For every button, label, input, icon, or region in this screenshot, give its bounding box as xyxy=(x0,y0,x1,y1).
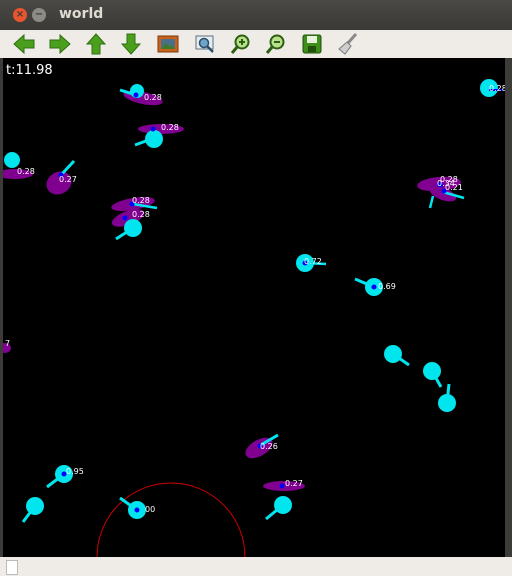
robot-16: 0.27 xyxy=(263,479,305,521)
robot-label-14: 0.95 xyxy=(66,467,84,476)
zoom-fit-button[interactable] xyxy=(193,32,217,56)
robot-label-15: 00 xyxy=(145,505,155,514)
range-arc xyxy=(96,482,246,557)
robot-label-5: 0.28 xyxy=(132,196,150,205)
minimize-icon: − xyxy=(34,9,44,20)
clear-brush-icon xyxy=(338,33,358,55)
right-arrow-icon xyxy=(49,33,71,55)
robot-1: 0.28 xyxy=(119,84,163,106)
robot-3: 0.28 xyxy=(3,152,35,179)
up-arrow-icon xyxy=(85,33,107,55)
minimize-button[interactable]: − xyxy=(32,8,46,22)
robot-17: 7 xyxy=(3,339,11,353)
robot-20: 00 xyxy=(119,496,155,519)
robot-label-4: 0.27 xyxy=(59,175,77,184)
zoom-in-button[interactable] xyxy=(229,32,253,56)
up-button[interactable] xyxy=(84,32,108,56)
back-button[interactable] xyxy=(12,32,36,56)
robot-label-13: 0.27 xyxy=(285,479,303,488)
zoom-in-icon xyxy=(230,34,250,54)
robot-10: 0.72 xyxy=(296,254,327,272)
close-button[interactable]: × xyxy=(13,8,27,22)
robot-label-3: 0.28 xyxy=(17,167,35,176)
status-bar xyxy=(0,557,512,576)
save-icon xyxy=(302,34,322,54)
robot-14 xyxy=(438,383,456,412)
robot-label-9: 0.21 xyxy=(445,183,463,192)
robot-7: 0.28 xyxy=(480,79,505,97)
window-title: world xyxy=(59,6,104,22)
world-canvas[interactable]: t:11.98 0.28 0.28 0.28 0.27 0.28 0.28 0.… xyxy=(3,58,505,557)
robot-18: 0.95 xyxy=(46,465,84,489)
robot-label-12: 0.26 xyxy=(260,442,278,451)
robot-label-17: 7 xyxy=(5,339,10,348)
image-icon xyxy=(157,35,179,53)
down-arrow-icon xyxy=(120,33,142,55)
clear-button[interactable] xyxy=(336,32,360,56)
robot-19 xyxy=(21,497,44,523)
zoom-out-icon xyxy=(265,34,285,54)
robot-11: 0.69 xyxy=(354,277,396,296)
robot-label-1: 0.28 xyxy=(144,93,162,102)
robot-label-10: 0.72 xyxy=(304,257,322,266)
robot-4: 0.27 xyxy=(46,159,77,195)
robot-label-11: 0.69 xyxy=(378,282,396,291)
robot-2: 0.28 xyxy=(134,123,184,148)
close-icon: × xyxy=(15,9,25,20)
title-bar[interactable]: × − world xyxy=(0,0,512,30)
status-grip xyxy=(6,560,18,575)
save-button[interactable] xyxy=(300,32,324,56)
image-button[interactable] xyxy=(156,32,180,56)
left-arrow-icon xyxy=(13,33,35,55)
forward-button[interactable] xyxy=(48,32,72,56)
app-window: × − world t:11.98 0.28 0.28 0.28 0.27 0.… xyxy=(0,0,512,576)
robot-15: 0.26 xyxy=(245,433,279,459)
toolbar xyxy=(0,30,512,58)
robot-label-2: 0.28 xyxy=(161,123,179,132)
robot-label-6: 0.28 xyxy=(132,210,150,219)
robot-label-7: 0.28 xyxy=(489,84,505,93)
zoom-fit-icon xyxy=(195,35,214,53)
robot-13 xyxy=(423,362,443,388)
robot-6: 0.28 xyxy=(111,209,150,241)
zoom-out-button[interactable] xyxy=(264,32,288,56)
robot-12 xyxy=(384,345,410,367)
down-button[interactable] xyxy=(119,32,143,56)
world-scene: 0.28 0.28 0.28 0.27 0.28 0.28 0.28 0.34 … xyxy=(3,79,505,557)
